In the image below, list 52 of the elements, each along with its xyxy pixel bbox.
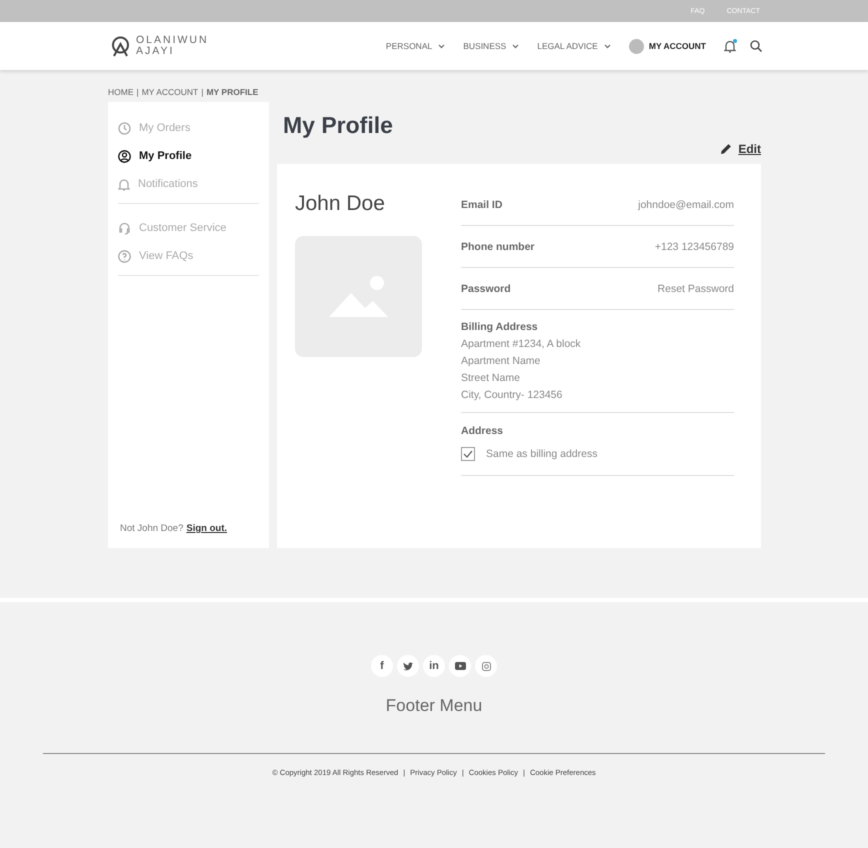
notification-bell-icon[interactable] bbox=[724, 39, 736, 53]
signout-link[interactable]: Sign out. bbox=[186, 523, 228, 534]
nav-menu[interactable]: BUSINESS bbox=[463, 41, 520, 51]
video-play-icon bbox=[454, 662, 466, 670]
chevron-icon bbox=[604, 44, 611, 48]
field-label: Billing Address bbox=[461, 321, 539, 333]
edit-link[interactable]: Edit bbox=[720, 142, 761, 156]
field-label: Password bbox=[461, 282, 511, 294]
search-icon[interactable] bbox=[750, 40, 762, 52]
signout-prompt: Not John Doe? bbox=[120, 523, 184, 534]
profile-name: John Doe bbox=[295, 192, 386, 216]
social-link[interactable] bbox=[475, 655, 497, 677]
page-title: My Profile bbox=[283, 112, 393, 139]
field-label: Phone number bbox=[461, 240, 535, 252]
checkbox[interactable] bbox=[461, 447, 475, 461]
bird-icon bbox=[402, 662, 414, 670]
address-line: Apartment #1234, A block bbox=[461, 338, 582, 350]
checkbox-label: Same as billing address bbox=[486, 448, 598, 460]
clock-icon bbox=[118, 122, 131, 134]
address-line: City, Country- 123456 bbox=[461, 390, 564, 401]
address-line: Apartment Name bbox=[461, 356, 542, 367]
chevron-icon bbox=[512, 44, 520, 48]
social-link[interactable] bbox=[449, 655, 471, 677]
nav-menu[interactable]: PERSONAL bbox=[386, 41, 446, 51]
field-label: Email ID bbox=[461, 198, 502, 210]
nav-menu[interactable]: LEGAL ADVICE bbox=[537, 41, 611, 51]
logo-icon bbox=[111, 36, 130, 56]
breadcrumb-separator: | bbox=[201, 87, 204, 99]
field-label: Address bbox=[461, 425, 504, 437]
field-value: Reset Password bbox=[658, 282, 734, 294]
sidebar-item[interactable]: My Profile bbox=[118, 142, 259, 170]
breadcrumb-separator: | bbox=[136, 87, 139, 99]
footer-menu-title: Footer Menu bbox=[386, 696, 482, 716]
social-link[interactable] bbox=[397, 655, 419, 677]
social-link[interactable]: in bbox=[423, 655, 445, 677]
breadcrumb-link[interactable]: MY PROFILE bbox=[206, 87, 258, 102]
chevron-icon bbox=[438, 44, 446, 48]
logo-text: AJAYI bbox=[136, 46, 176, 57]
breadcrumb-link[interactable]: HOME bbox=[108, 87, 134, 102]
field-value: +123 123456789 bbox=[654, 240, 734, 252]
field-value: johndoe@email.com bbox=[638, 198, 734, 210]
address-line: Street Name bbox=[461, 372, 521, 384]
bell-icon bbox=[118, 178, 130, 190]
social-link[interactable]: f bbox=[371, 655, 393, 677]
pencil-icon bbox=[720, 143, 732, 155]
user-icon bbox=[118, 150, 131, 162]
headset-icon bbox=[118, 222, 131, 234]
logo-text: OLANIWUN bbox=[136, 35, 209, 46]
breadcrumb-link[interactable]: MY ACCOUNT bbox=[142, 87, 198, 102]
camera-icon bbox=[482, 662, 490, 670]
account-link[interactable]: MY ACCOUNT bbox=[648, 41, 706, 51]
help-icon bbox=[118, 250, 131, 262]
